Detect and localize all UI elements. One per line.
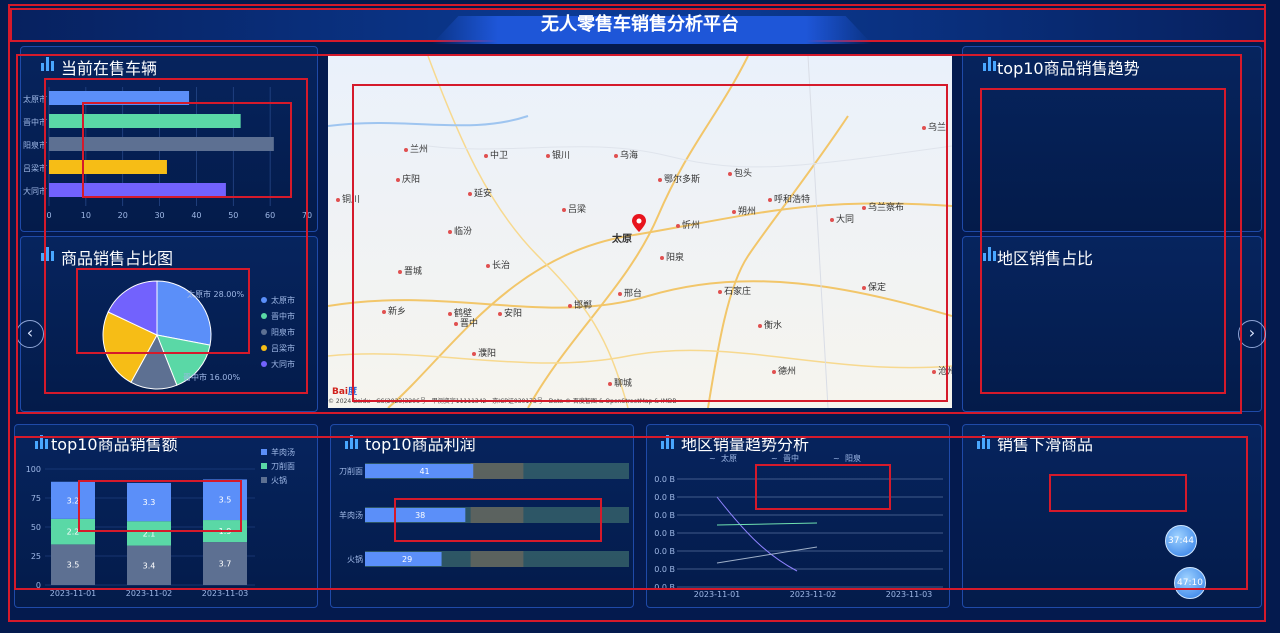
next-arrow-icon[interactable]: ›: [1238, 320, 1266, 348]
highlight-box: [352, 84, 948, 402]
x-tick-label: 2023-11-02: [790, 590, 837, 599]
x-tick-label: 2023-11-02: [126, 589, 173, 598]
x-tick-label: 2023-11-01: [694, 590, 741, 599]
highlight-box: [755, 464, 891, 510]
highlight-box: [980, 88, 1226, 394]
x-tick-label: 2023-11-03: [202, 589, 249, 598]
highlight-box: [394, 498, 602, 542]
x-tick-label: 2023-11-03: [886, 590, 933, 599]
highlight-box: [78, 480, 242, 532]
x-tick-label: 2023-11-01: [50, 589, 97, 598]
page-title: 无人零售车销售分析平台: [541, 14, 739, 35]
highlight-box: [1049, 474, 1187, 512]
